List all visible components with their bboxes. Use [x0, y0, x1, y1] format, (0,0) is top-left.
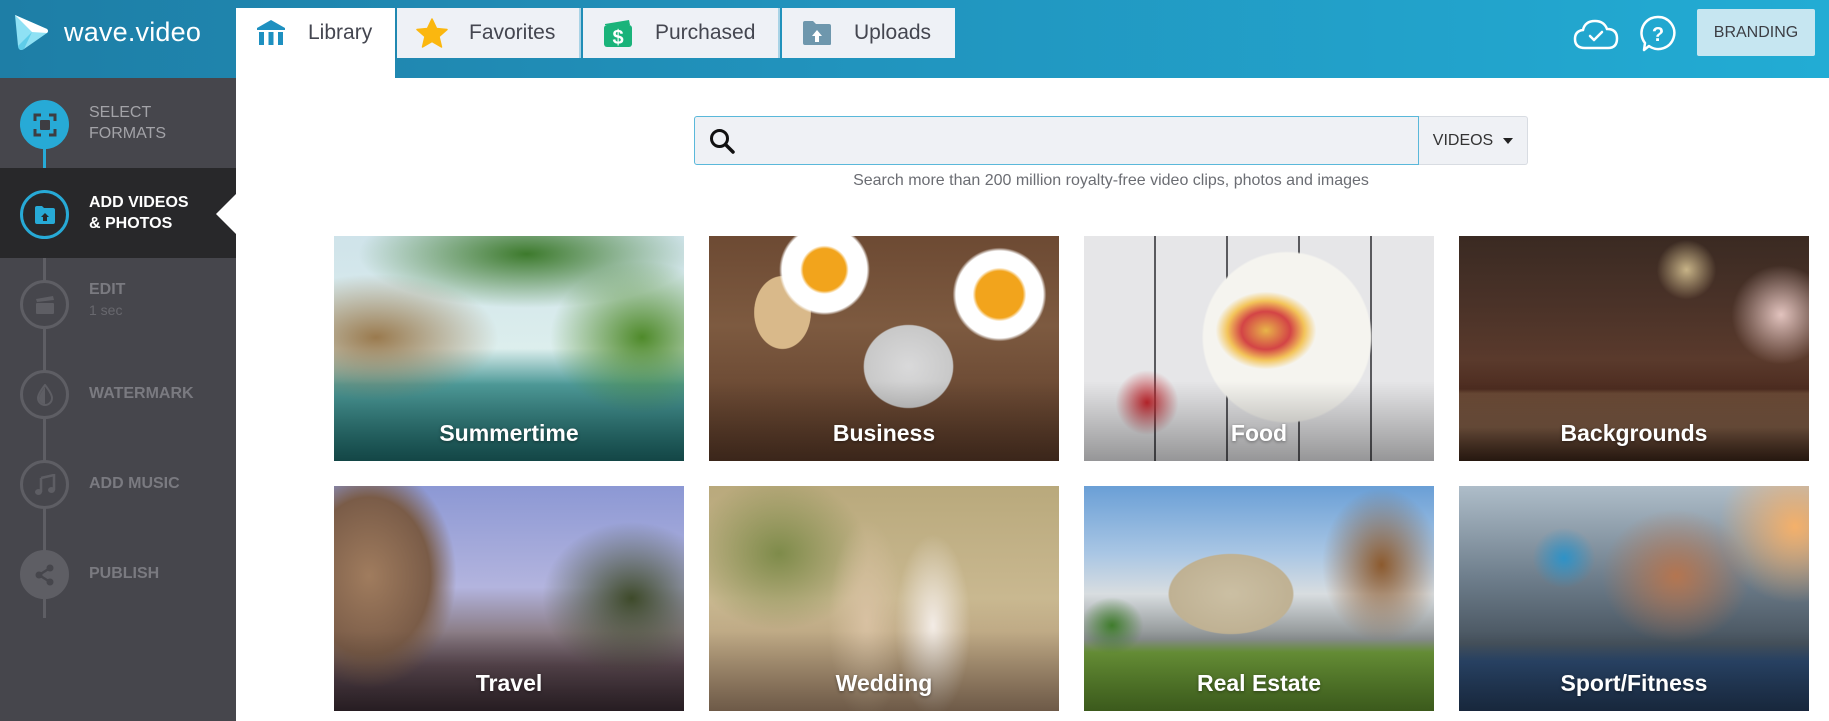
select-formats-icon: [33, 113, 56, 136]
active-step-pointer: [216, 194, 236, 234]
tile-label: Summertime: [439, 420, 579, 446]
step-edit[interactable]: EDIT 1 sec: [0, 258, 236, 348]
search-input[interactable]: [745, 120, 1418, 161]
step-circle: [20, 280, 69, 329]
category-tile-summertime[interactable]: Summertime: [334, 236, 684, 461]
watermark-drop-icon: [36, 383, 53, 406]
tab-library[interactable]: Library: [236, 8, 395, 78]
category-tile-wedding[interactable]: Wedding: [709, 486, 1059, 711]
tab-favorites[interactable]: Favorites: [397, 8, 581, 58]
help-icon[interactable]: ?: [1635, 14, 1681, 54]
category-tile-backgrounds[interactable]: Backgrounds: [1459, 236, 1809, 461]
purchased-dollar-icon: $: [601, 16, 635, 50]
step-circle: [20, 550, 69, 599]
tab-purchased[interactable]: $ Purchased: [583, 8, 780, 58]
branding-button[interactable]: BRANDING: [1697, 9, 1815, 56]
category-tile-sport-fitness[interactable]: Sport/Fitness: [1459, 486, 1809, 711]
tile-label: Food: [1230, 420, 1288, 446]
tab-label: Purchased: [655, 21, 756, 44]
category-tile-food[interactable]: Food: [1084, 236, 1434, 461]
step-circle: [20, 100, 69, 149]
step-label: WATERMARK: [89, 385, 194, 402]
step-label: SELECT FORMATS: [89, 104, 167, 142]
step-label: ADD VIDEOS & PHOTOS: [89, 194, 189, 232]
svg-text:$: $: [612, 27, 623, 48]
step-label: PUBLISH: [89, 565, 160, 582]
tile-label: Wedding: [835, 670, 933, 696]
clapperboard-icon: [35, 295, 54, 314]
media-type-dropdown[interactable]: VIDEOS: [1419, 116, 1528, 165]
step-circle: [20, 460, 69, 509]
tile-label: Travel: [475, 670, 543, 696]
tile-label: Business: [832, 420, 936, 446]
star-icon: [415, 16, 449, 50]
category-tile-business[interactable]: Business: [709, 236, 1059, 461]
step-watermark[interactable]: WATERMARK: [0, 348, 236, 438]
library-icon: [254, 16, 288, 50]
add-media-folder-icon: [34, 205, 55, 224]
steps-sidebar: SELECT FORMATS ADD VIDEOS & PHOTOS EDIT …: [0, 78, 236, 721]
app-logo[interactable]: wave.video: [12, 12, 201, 52]
tab-label: Uploads: [854, 21, 932, 44]
category-tile-real-estate[interactable]: Real Estate: [1084, 486, 1434, 711]
tab-label: Favorites: [469, 21, 556, 44]
wave-video-logo-icon: [15, 15, 48, 50]
chevron-down-icon: [1503, 137, 1514, 144]
search-field[interactable]: [694, 116, 1419, 165]
step-circle: [20, 370, 69, 419]
tile-label: Sport/Fitness: [1560, 670, 1708, 696]
search-icon: [710, 128, 735, 154]
top-header: wave.video Library Favorites $ Purchased…: [0, 0, 1829, 78]
upload-folder-icon: [800, 16, 834, 50]
cloud-check-icon[interactable]: [1573, 14, 1619, 54]
share-icon: [35, 564, 53, 585]
app-name: wave.video: [64, 16, 202, 47]
step-publish[interactable]: PUBLISH: [0, 528, 236, 618]
category-tile-travel[interactable]: Travel: [334, 486, 684, 711]
search-bar: VIDEOS: [694, 116, 1528, 165]
search-hint: Search more than 200 million royalty-fre…: [853, 172, 1369, 189]
step-circle: [20, 190, 69, 239]
step-add-videos-photos[interactable]: ADD VIDEOS & PHOTOS: [0, 168, 236, 258]
step-label: ADD MUSIC: [89, 475, 180, 492]
tile-label: Real Estate: [1196, 670, 1321, 696]
step-select-formats[interactable]: SELECT FORMATS: [0, 78, 236, 168]
tile-label: Backgrounds: [1560, 420, 1708, 446]
step-add-music[interactable]: ADD MUSIC: [0, 438, 236, 528]
tab-uploads[interactable]: Uploads: [782, 8, 955, 58]
step-sublabel: 1 sec: [89, 302, 123, 318]
svg-text:?: ?: [1652, 24, 1664, 46]
music-note-icon: [34, 473, 55, 495]
step-label: EDIT: [89, 281, 126, 298]
tab-label: Library: [308, 21, 373, 44]
media-type-value: VIDEOS: [1432, 131, 1494, 149]
